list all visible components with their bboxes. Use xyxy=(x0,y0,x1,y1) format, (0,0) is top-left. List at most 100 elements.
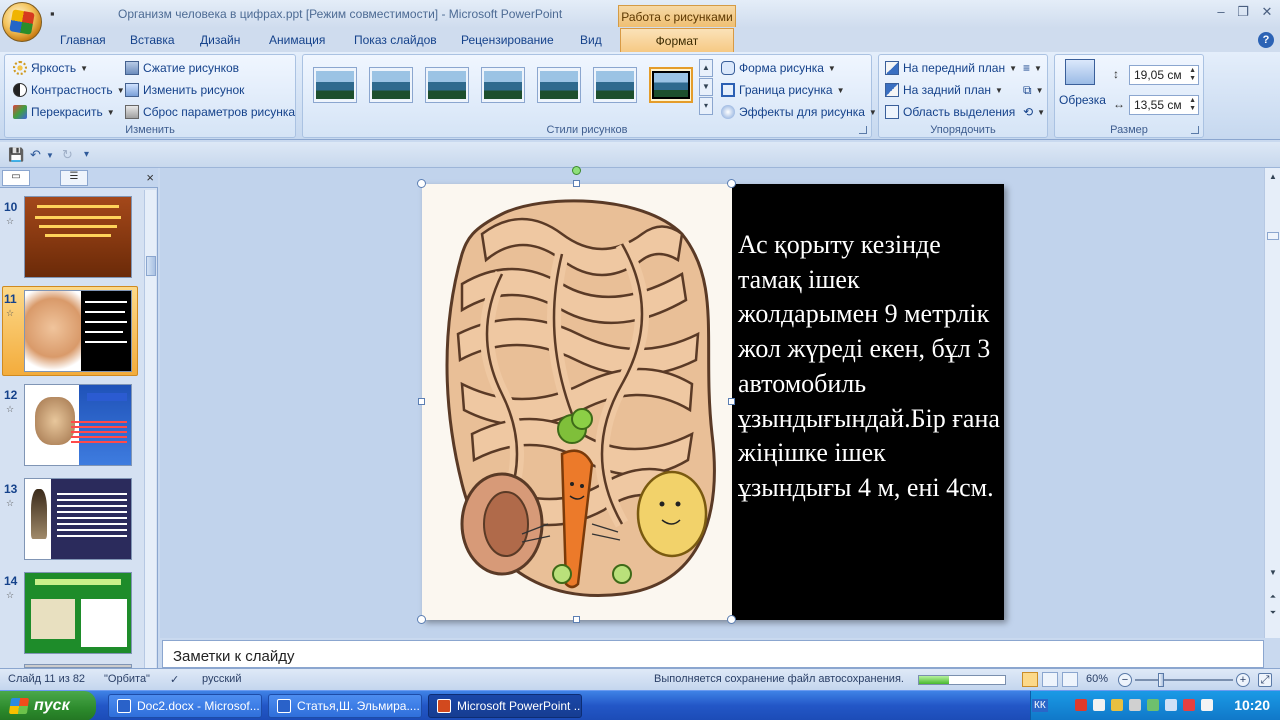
width-field[interactable]: 13,55 см ▲ ▼ xyxy=(1129,95,1199,115)
language-indicator[interactable]: русский xyxy=(202,673,241,685)
save-icon[interactable]: ▪ xyxy=(50,6,55,21)
network-icon[interactable] xyxy=(1147,699,1159,711)
spellcheck-icon[interactable]: ✓ xyxy=(170,673,179,686)
tab-animation[interactable]: Анимация xyxy=(269,33,325,47)
scroll-thumb[interactable] xyxy=(1267,232,1279,240)
picture-style-1[interactable] xyxy=(313,67,357,103)
fit-to-window-icon[interactable]: ⤢ xyxy=(1258,673,1272,687)
picture-effects-button[interactable]: Эффекты для рисунка ▼ xyxy=(721,105,877,119)
undo-icon[interactable]: ↶ xyxy=(30,147,41,163)
align-icon[interactable]: ≡ ▼ xyxy=(1023,61,1042,75)
compress-pictures-button[interactable]: Сжатие рисунков xyxy=(125,61,239,75)
taskbar-item-doc2[interactable]: Doc2.docx - Microsof... xyxy=(108,694,262,718)
keyboard-language[interactable]: КК xyxy=(1032,699,1048,712)
undo-dropdown-icon[interactable]: ▼ xyxy=(46,151,54,160)
tray-icon-2[interactable] xyxy=(1093,699,1105,711)
reset-picture-button[interactable]: Сброс параметров рисунка xyxy=(125,105,295,119)
slideshow-view-icon[interactable] xyxy=(1062,672,1078,687)
resize-handle-sw[interactable] xyxy=(417,615,426,624)
resize-handle-ne[interactable] xyxy=(727,179,736,188)
tab-view[interactable]: Вид xyxy=(580,33,602,47)
resize-handle-se[interactable] xyxy=(727,615,736,624)
resize-handle-n[interactable] xyxy=(573,180,580,187)
picture-border-button[interactable]: Граница рисунка ▼ xyxy=(721,83,845,97)
close-button[interactable]: ✕ xyxy=(1256,4,1278,22)
gallery-up-icon[interactable]: ▲ xyxy=(699,59,713,77)
recolor-button[interactable]: Перекрасить ▼ xyxy=(13,105,115,119)
antivirus-icon[interactable] xyxy=(1075,699,1087,711)
tab-slideshow[interactable]: Показ слайдов xyxy=(354,33,437,47)
taskbar-item-article[interactable]: Статья,Ш. Эльмира.... xyxy=(268,694,422,718)
slide-thumbnail-12[interactable] xyxy=(24,384,132,466)
tab-home[interactable]: Главная xyxy=(60,33,106,47)
previous-slide-icon[interactable]: ⏶ xyxy=(1267,592,1279,602)
scroll-up-icon[interactable]: ▲ xyxy=(1267,172,1279,181)
picture-style-5[interactable] xyxy=(537,67,581,103)
crop-icon[interactable] xyxy=(1065,59,1095,85)
zoom-in-icon[interactable]: + xyxy=(1236,673,1250,687)
vertical-scrollbar[interactable]: ▲ ▼ ⏶ ⏷ xyxy=(1264,168,1280,638)
bring-to-front-button[interactable]: На передний план ▼ xyxy=(885,61,1017,75)
width-spinner-icon[interactable]: ▲ ▼ xyxy=(1189,97,1196,113)
tab-format[interactable]: Формат xyxy=(620,28,734,52)
crop-button[interactable]: Обрезка xyxy=(1059,93,1106,107)
zoom-level[interactable]: 60% xyxy=(1086,673,1108,685)
resize-handle-e[interactable] xyxy=(728,398,735,405)
slides-scrollbar[interactable] xyxy=(144,190,156,668)
close-panel-icon[interactable]: × xyxy=(146,170,154,185)
tab-slides[interactable]: ▭ xyxy=(2,170,30,186)
help-icon[interactable]: ? xyxy=(1258,32,1274,48)
zoom-slider[interactable] xyxy=(1135,679,1233,681)
notes-pane[interactable]: Заметки к слайду xyxy=(162,640,1264,668)
volume-icon[interactable] xyxy=(1165,699,1177,711)
gallery-down-icon[interactable]: ▼ xyxy=(699,78,713,96)
slide-body-text[interactable]: Ас қорыту кезінде тамақ ішек жолдарымен … xyxy=(738,228,1000,506)
tab-outline[interactable]: ☰ xyxy=(60,170,88,186)
contrast-button[interactable]: Контрастность ▼ xyxy=(13,83,125,97)
tab-insert[interactable]: Вставка xyxy=(130,33,175,47)
tray-icon-8[interactable] xyxy=(1201,699,1213,711)
tab-design[interactable]: Дизайн xyxy=(200,33,240,47)
picture-style-7[interactable] xyxy=(649,67,693,103)
tray-icon-4[interactable] xyxy=(1129,699,1141,711)
send-to-back-button[interactable]: На задний план ▼ xyxy=(885,83,1003,97)
rotation-handle[interactable] xyxy=(572,166,581,175)
tray-icon-7[interactable] xyxy=(1183,699,1195,711)
slide-sorter-view-icon[interactable] xyxy=(1042,672,1058,687)
resize-handle-s[interactable] xyxy=(573,616,580,623)
styles-launcher-icon[interactable] xyxy=(859,126,867,134)
scroll-down-icon[interactable]: ▼ xyxy=(1267,568,1279,577)
save-icon[interactable]: 💾 xyxy=(8,147,24,163)
office-button[interactable] xyxy=(2,2,42,42)
clock[interactable]: 10:20 xyxy=(1234,697,1270,713)
size-launcher-icon[interactable] xyxy=(1191,126,1199,134)
resize-handle-w[interactable] xyxy=(418,398,425,405)
change-picture-button[interactable]: Изменить рисунок xyxy=(125,83,244,97)
next-slide-icon[interactable]: ⏷ xyxy=(1267,608,1279,618)
redo-icon[interactable]: ↻ xyxy=(62,147,73,163)
gallery-more-icon[interactable]: ▾ xyxy=(699,97,713,115)
scrollbar-thumb[interactable] xyxy=(146,256,156,276)
zoom-out-icon[interactable]: − xyxy=(1118,673,1132,687)
picture-style-3[interactable] xyxy=(425,67,469,103)
selection-pane-button[interactable]: Область выделения xyxy=(885,105,1015,119)
slide-thumbnail-13[interactable] xyxy=(24,478,132,560)
slide-thumbnail-11[interactable] xyxy=(24,290,132,372)
maximize-button[interactable]: ❐ xyxy=(1232,4,1254,22)
slide-thumbnail-10[interactable] xyxy=(24,196,132,278)
height-spinner-icon[interactable]: ▲ ▼ xyxy=(1189,67,1196,83)
intestine-picture[interactable] xyxy=(422,184,732,620)
taskbar-item-powerpoint[interactable]: Microsoft PowerPoint ... xyxy=(428,694,582,718)
tray-icon-3[interactable] xyxy=(1111,699,1123,711)
tab-review[interactable]: Рецензирование xyxy=(461,33,554,47)
zoom-slider-thumb[interactable] xyxy=(1158,673,1164,687)
picture-style-2[interactable] xyxy=(369,67,413,103)
minimize-button[interactable]: – xyxy=(1210,4,1232,22)
picture-style-4[interactable] xyxy=(481,67,525,103)
rotate-icon[interactable]: ⟲ ▼ xyxy=(1023,105,1045,119)
picture-style-6[interactable] xyxy=(593,67,637,103)
picture-shape-button[interactable]: Форма рисунка ▼ xyxy=(721,61,836,75)
normal-view-icon[interactable] xyxy=(1022,672,1038,687)
brightness-button[interactable]: Яркость ▼ xyxy=(13,61,88,75)
customize-qat-icon[interactable]: ▾ xyxy=(84,149,89,160)
